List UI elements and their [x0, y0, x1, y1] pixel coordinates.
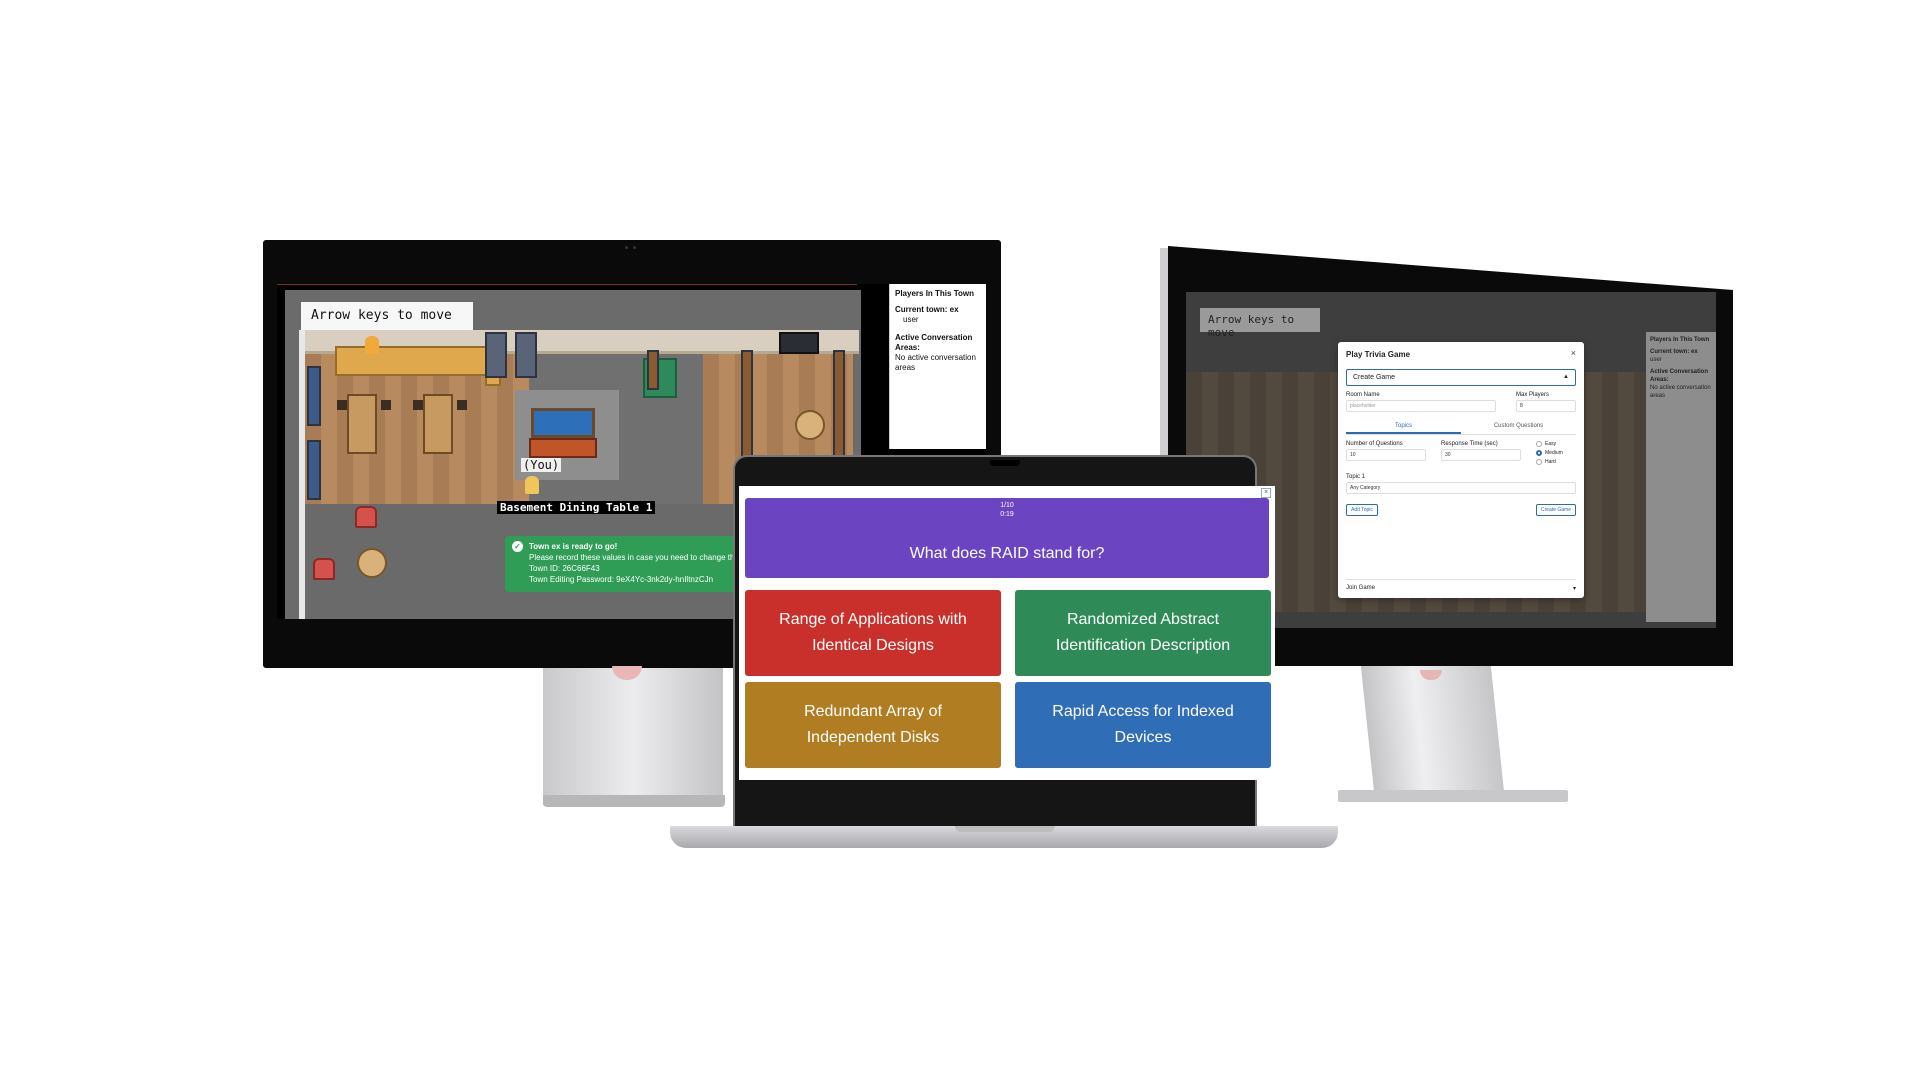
tab-custom-questions[interactable]: Custom Questions: [1461, 420, 1576, 434]
difficulty-medium[interactable]: Medium: [1536, 450, 1576, 456]
laptop-screen: × 1/10 0:19 What does RAID stand for? Ra…: [739, 486, 1275, 780]
armchair: [313, 558, 335, 580]
close-icon[interactable]: ×: [1261, 488, 1271, 498]
aquarium: [531, 408, 595, 438]
chevron-up-icon: ▲: [1563, 374, 1569, 380]
bookshelf: [307, 440, 321, 500]
laptop-grip: [955, 826, 1055, 832]
room-name-input[interactable]: placeholder: [1346, 400, 1496, 412]
chair: [337, 400, 347, 410]
answer-option-4[interactable]: Rapid Access for Indexed Devices: [1015, 682, 1271, 768]
join-game-label: Join Game: [1346, 585, 1376, 591]
pillar: [647, 350, 659, 390]
answer-option-3[interactable]: Redundant Array of Independent Disks: [745, 682, 1001, 768]
max-players-stepper[interactable]: 8: [1516, 400, 1576, 412]
difficulty-label: Medium: [1545, 450, 1563, 456]
current-town-label: Current town: ex: [1650, 349, 1698, 355]
response-time-stepper[interactable]: 30: [1441, 449, 1521, 461]
round-table: [795, 410, 825, 440]
dining-table: [423, 394, 453, 454]
max-players-label: Max Players: [1516, 392, 1550, 398]
response-time-label: Response Time (sec): [1441, 441, 1498, 447]
round-table: [357, 548, 387, 578]
answer-option-2[interactable]: Randomized Abstract Identification Descr…: [1015, 590, 1271, 676]
question-text: What does RAID stand for?: [909, 545, 1105, 562]
controls-hint-banner: Arrow keys to move: [1200, 308, 1320, 339]
join-game-accordion[interactable]: Join Game ▾: [1346, 579, 1576, 592]
conversation-areas-value: No active conversation areas: [895, 353, 976, 372]
chair: [457, 400, 467, 410]
question-counter: 1/10: [1000, 502, 1014, 509]
camera-dot: [625, 246, 628, 249]
chair: [413, 400, 423, 410]
check-circle-icon: ✓: [512, 541, 523, 552]
player-avatar[interactable]: [525, 476, 539, 494]
camera-dot: [633, 246, 636, 249]
trivia-modal: Play Trivia Game × Create Game ▲ Room Na…: [1338, 342, 1584, 598]
right-monitor-stand-base: [1338, 790, 1568, 802]
aquarium-stand: [529, 438, 597, 458]
radio-selected-icon: [1536, 450, 1542, 456]
bookshelf: [307, 366, 321, 426]
player-list-item: user: [1650, 357, 1662, 363]
bar-counter: [335, 346, 495, 376]
right-monitor-stand: [1360, 666, 1506, 802]
create-game-label: Create Game: [1353, 374, 1396, 381]
armchair: [355, 506, 377, 528]
left-monitor-stand: [543, 660, 723, 805]
divider: [277, 284, 857, 285]
room-name-label: Room Name: [1346, 392, 1380, 398]
players-panel-title: Players In This Town: [895, 289, 974, 298]
chevron-down-icon: ▾: [1572, 586, 1576, 592]
player-label: (You): [521, 458, 562, 472]
modal-title: Play Trivia Game: [1346, 350, 1411, 359]
conversation-areas-value: No active conversation areas: [1650, 385, 1711, 399]
dining-table: [347, 394, 377, 454]
num-questions-stepper[interactable]: 10: [1346, 449, 1426, 461]
players-panel-title: Players In This Town: [1650, 337, 1710, 343]
conversation-areas-label: Active Conversation Areas:: [895, 333, 973, 352]
players-panel: Players In This Town Current town: ex us…: [1646, 332, 1716, 622]
create-game-accordion[interactable]: Create Game ▲: [1346, 369, 1576, 386]
radio-icon: [1536, 459, 1542, 465]
difficulty-easy[interactable]: Easy: [1536, 441, 1576, 447]
close-icon[interactable]: ×: [1571, 348, 1576, 358]
conversation-areas-label: Active Conversation Areas:: [1650, 369, 1709, 383]
vending-machine: [485, 332, 507, 378]
tab-topics[interactable]: Topics: [1346, 420, 1461, 434]
question-card: 1/10 0:19 What does RAID stand for?: [745, 498, 1269, 578]
answer-option-1[interactable]: Range of Applications with Identical Des…: [745, 590, 1001, 676]
add-topic-button[interactable]: Add Topic: [1346, 504, 1378, 516]
difficulty-label: Hard: [1545, 459, 1556, 465]
topic-label: Topic 1: [1346, 474, 1366, 480]
vending-machine: [515, 332, 537, 378]
controls-hint-banner: Arrow keys to move: [301, 302, 473, 330]
television: [779, 332, 819, 354]
question-timer: 0:19: [1000, 511, 1014, 518]
conversation-area-label: Basement Dining Table 1: [497, 501, 656, 514]
difficulty-hard[interactable]: Hard: [1536, 459, 1576, 465]
chair: [381, 400, 391, 410]
topic-select[interactable]: Any Category: [1346, 482, 1576, 494]
npc-avatar: [365, 336, 379, 354]
num-questions-label: Number of Questions: [1346, 441, 1403, 447]
players-panel: Players In This Town Current town: ex us…: [889, 284, 986, 449]
radio-icon: [1536, 441, 1542, 447]
current-town-label: Current town: ex: [895, 305, 959, 314]
laptop-notch: [990, 460, 1020, 466]
player-list-item: user: [903, 315, 919, 324]
room-frame: [299, 330, 305, 619]
devices-mockup: Arrow keys to move (You) Basement Dining…: [0, 0, 1920, 1080]
create-game-button[interactable]: Create Game: [1535, 504, 1576, 516]
left-monitor-stand-base: [543, 795, 725, 807]
difficulty-label: Easy: [1545, 441, 1557, 447]
